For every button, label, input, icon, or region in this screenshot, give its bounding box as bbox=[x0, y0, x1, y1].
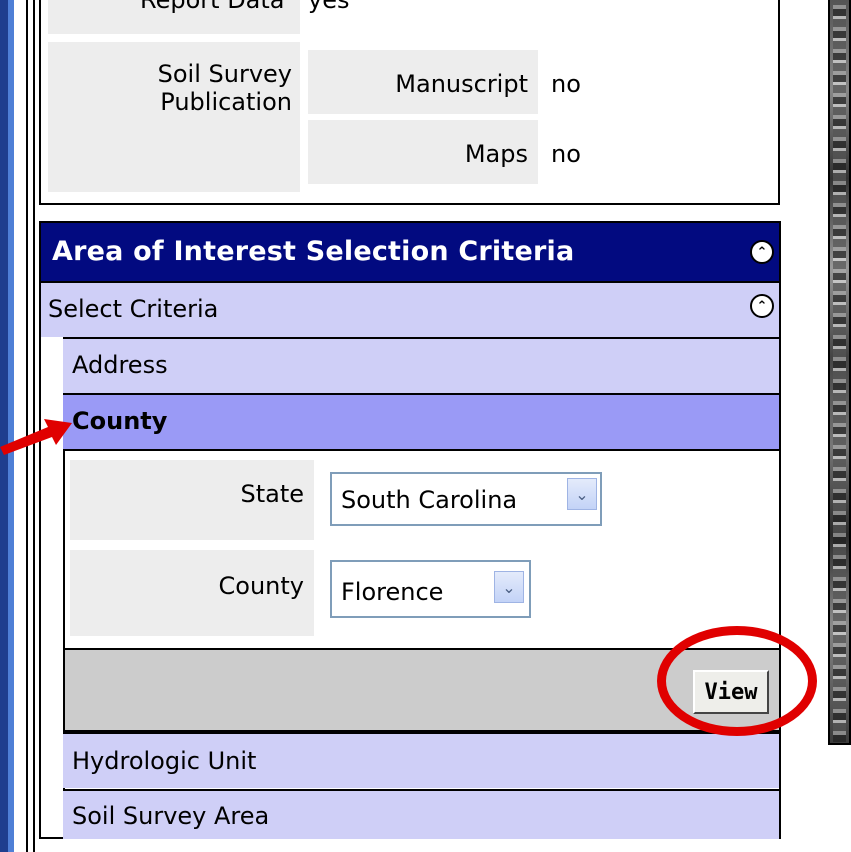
map-image bbox=[833, 0, 846, 742]
state-dropdown-chevron-down-icon[interactable]: ⌄ bbox=[567, 478, 597, 510]
collapse-aoi-chevron-double-up-icon[interactable]: ⌃ bbox=[750, 240, 774, 264]
maps-value: no bbox=[551, 140, 581, 168]
county-label: County bbox=[218, 572, 304, 600]
county-dropdown-chevron-down-icon[interactable]: ⌄ bbox=[494, 571, 524, 603]
criteria-option-soil-survey-area-label: Soil Survey Area bbox=[72, 802, 270, 830]
collapse-criteria-chevron-double-up-icon[interactable]: ⌃ bbox=[750, 294, 774, 318]
county-select-value: Florence bbox=[341, 578, 444, 606]
report-data-label: Report Data bbox=[140, 0, 285, 14]
divider bbox=[65, 449, 779, 451]
select-criteria-label: Select Criteria bbox=[48, 295, 219, 323]
soil-survey-publication-label: Soil Survey Publication bbox=[157, 60, 292, 116]
criteria-option-county[interactable] bbox=[63, 393, 779, 449]
criteria-option-hydrologic-unit-label: Hydrologic Unit bbox=[72, 747, 257, 775]
manuscript-value: no bbox=[551, 70, 581, 98]
state-label: State bbox=[240, 480, 304, 508]
criteria-option-address[interactable] bbox=[63, 337, 779, 393]
criteria-option-county-label: County bbox=[72, 407, 168, 435]
maps-label: Maps bbox=[464, 140, 528, 168]
report-data-value: yes bbox=[308, 0, 350, 14]
annotation-circle bbox=[657, 626, 817, 736]
state-select-value: South Carolina bbox=[341, 486, 518, 514]
criteria-option-address-label: Address bbox=[72, 351, 168, 379]
manuscript-label: Manuscript bbox=[395, 70, 528, 98]
red-arrow-icon bbox=[0, 419, 72, 455]
aoi-panel-title: Area of Interest Selection Criteria bbox=[52, 236, 575, 267]
